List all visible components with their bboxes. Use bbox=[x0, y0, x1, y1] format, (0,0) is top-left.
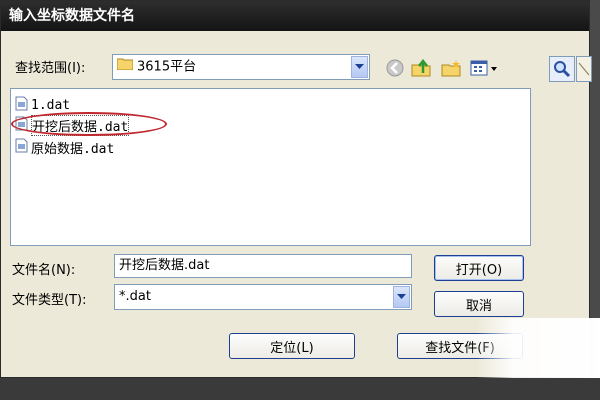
file-type-dropdown[interactable]: *.dat bbox=[114, 284, 412, 310]
new-folder-icon[interactable] bbox=[441, 58, 461, 78]
file-name: 开挖后数据.dat bbox=[31, 114, 130, 136]
chevron-down-icon[interactable] bbox=[393, 286, 410, 308]
look-in-label: 查找范围(I): bbox=[15, 61, 86, 76]
chevron-down-icon[interactable] bbox=[351, 56, 368, 78]
file-name: 1.dat bbox=[31, 97, 71, 113]
screenshot-glare bbox=[476, 318, 600, 378]
dat-file-icon bbox=[15, 138, 28, 157]
dialog-title: 输入坐标数据文件名 bbox=[1, 1, 589, 31]
list-item[interactable]: 原始数据.dat bbox=[15, 138, 115, 157]
look-in-dropdown[interactable]: 3615平台 bbox=[112, 54, 370, 80]
window-shadow bbox=[0, 378, 600, 400]
cancel-button[interactable]: 取消 bbox=[434, 291, 524, 317]
file-type-label: 文件类型(T): bbox=[12, 293, 87, 308]
list-item[interactable]: 开挖后数据.dat bbox=[11, 112, 167, 136]
preview-icon[interactable] bbox=[576, 56, 592, 82]
open-button[interactable]: 打开(O) bbox=[434, 255, 524, 281]
list-item[interactable]: 1.dat bbox=[15, 96, 70, 114]
locate-button[interactable]: 定位(L) bbox=[229, 333, 355, 359]
folder-icon bbox=[116, 55, 134, 79]
dat-file-icon bbox=[15, 116, 28, 135]
dat-file-icon bbox=[15, 96, 28, 115]
file-name: 原始数据.dat bbox=[31, 141, 115, 157]
back-arrow-icon[interactable] bbox=[385, 58, 405, 78]
file-name-label: 文件名(N): bbox=[12, 263, 76, 278]
file-list[interactable]: 1.dat 开挖后数据.dat 原始数据.dat bbox=[10, 88, 531, 246]
file-name-field[interactable]: 开挖后数据.dat bbox=[114, 254, 412, 278]
view-menu-icon[interactable] bbox=[469, 58, 499, 78]
up-folder-icon[interactable] bbox=[411, 58, 431, 78]
file-type-value: *.dat bbox=[119, 289, 151, 304]
look-in-value: 3615平台 bbox=[137, 59, 197, 75]
magnifier-icon[interactable] bbox=[549, 56, 575, 82]
